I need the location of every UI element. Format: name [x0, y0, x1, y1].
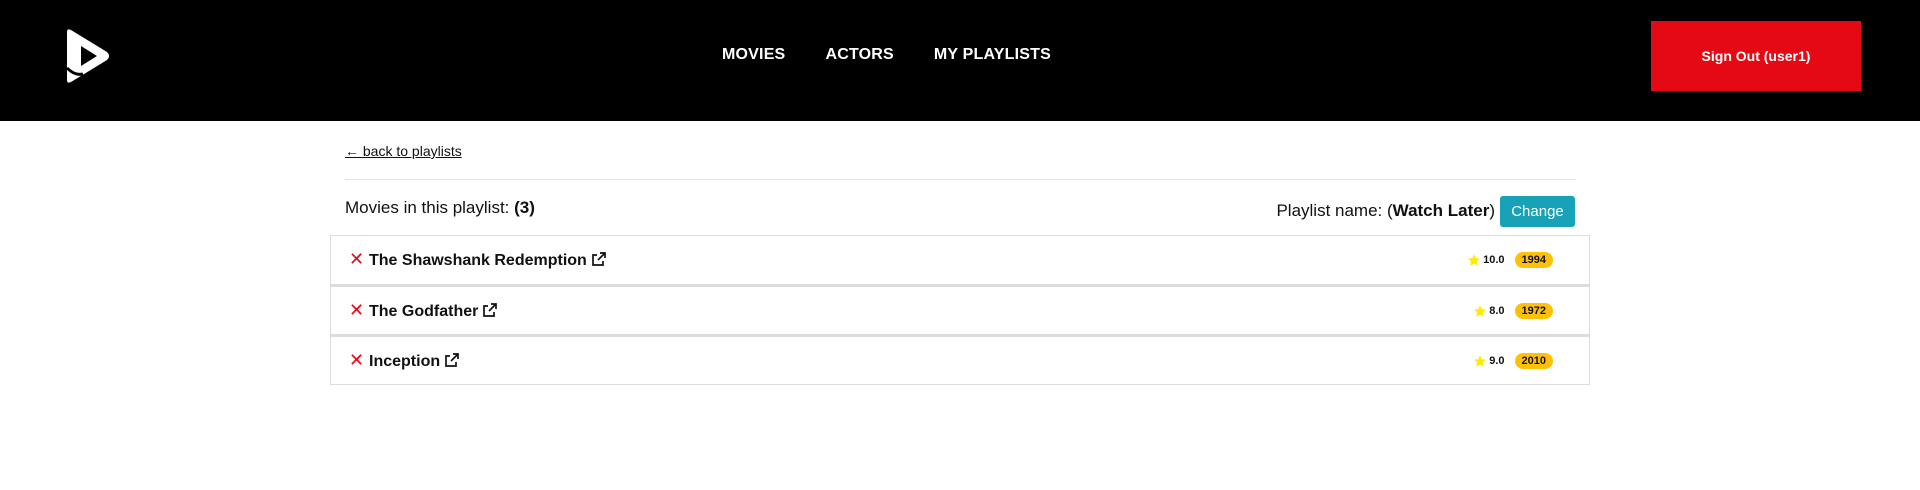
- movie-rating: 8.0: [1473, 304, 1505, 318]
- main-nav: MOVIES ACTORS MY PLAYLISTS: [722, 46, 1051, 64]
- divider: [345, 179, 1576, 180]
- nav-actors[interactable]: ACTORS: [825, 46, 893, 64]
- rating-value: 9.0: [1489, 355, 1505, 367]
- star-icon: [1474, 305, 1487, 317]
- playlist-name-value: Watch Later: [1392, 201, 1490, 220]
- movie-row: ✕ Inception 9.0 2010: [330, 335, 1590, 385]
- nav-movies[interactable]: MOVIES: [722, 46, 785, 64]
- movie-title-text: The Godfather: [369, 303, 479, 320]
- external-link-icon[interactable]: [482, 302, 498, 318]
- playlist-name: Playlist name: (Watch Later): [1276, 201, 1495, 221]
- playlist-name-label: Playlist name: (: [1276, 201, 1393, 220]
- star-icon: [1468, 254, 1480, 266]
- movie-title-text: The Shawshank Redemption: [369, 252, 587, 269]
- movie-list: ✕ The Shawshank Redemption 10.0 1994 ✕ T…: [330, 235, 1590, 385]
- sign-out-button[interactable]: Sign Out (user1): [1651, 21, 1861, 91]
- movie-title[interactable]: Inception: [369, 352, 460, 371]
- nav-my-playlists[interactable]: MY PLAYLISTS: [934, 46, 1051, 64]
- close-icon[interactable]: ✕: [349, 249, 364, 269]
- movie-title[interactable]: The Shawshank Redemption: [369, 251, 607, 270]
- movie-title[interactable]: The Godfather: [369, 302, 498, 321]
- change-playlist-name-button[interactable]: Change: [1500, 196, 1575, 227]
- top-header: MOVIES ACTORS MY PLAYLISTS Sign Out (use…: [0, 0, 1920, 121]
- close-icon[interactable]: ✕: [349, 300, 364, 320]
- close-icon[interactable]: ✕: [349, 350, 364, 370]
- movie-meta: 8.0 1972: [1473, 303, 1553, 319]
- year-badge: 1994: [1514, 252, 1553, 268]
- movie-rating: 9.0: [1473, 354, 1505, 368]
- movie-meta: 10.0 1994: [1467, 252, 1553, 268]
- rating-value: 10.0: [1483, 254, 1505, 266]
- star-icon: [1474, 355, 1487, 367]
- movie-title-text: Inception: [369, 353, 441, 370]
- movie-rating: 10.0: [1467, 253, 1505, 267]
- external-link-icon[interactable]: [591, 251, 607, 267]
- rating-value: 8.0: [1489, 305, 1505, 317]
- movie-row: ✕ The Shawshank Redemption 10.0 1994: [330, 235, 1590, 285]
- back-to-playlists-link[interactable]: ← back to playlists: [345, 143, 462, 159]
- year-badge: 2010: [1514, 353, 1553, 369]
- external-link-icon[interactable]: [444, 352, 460, 368]
- movie-count: Movies in this playlist: (3): [345, 198, 535, 218]
- count-label: Movies in this playlist:: [345, 198, 515, 217]
- year-badge: 1972: [1514, 303, 1553, 319]
- playlist-name-close: ): [1489, 201, 1495, 220]
- count-value: (3): [514, 198, 535, 217]
- movie-meta: 9.0 2010: [1473, 353, 1553, 369]
- movie-row: ✕ The Godfather 8.0 1972: [330, 285, 1590, 335]
- logo-icon[interactable]: [59, 28, 115, 84]
